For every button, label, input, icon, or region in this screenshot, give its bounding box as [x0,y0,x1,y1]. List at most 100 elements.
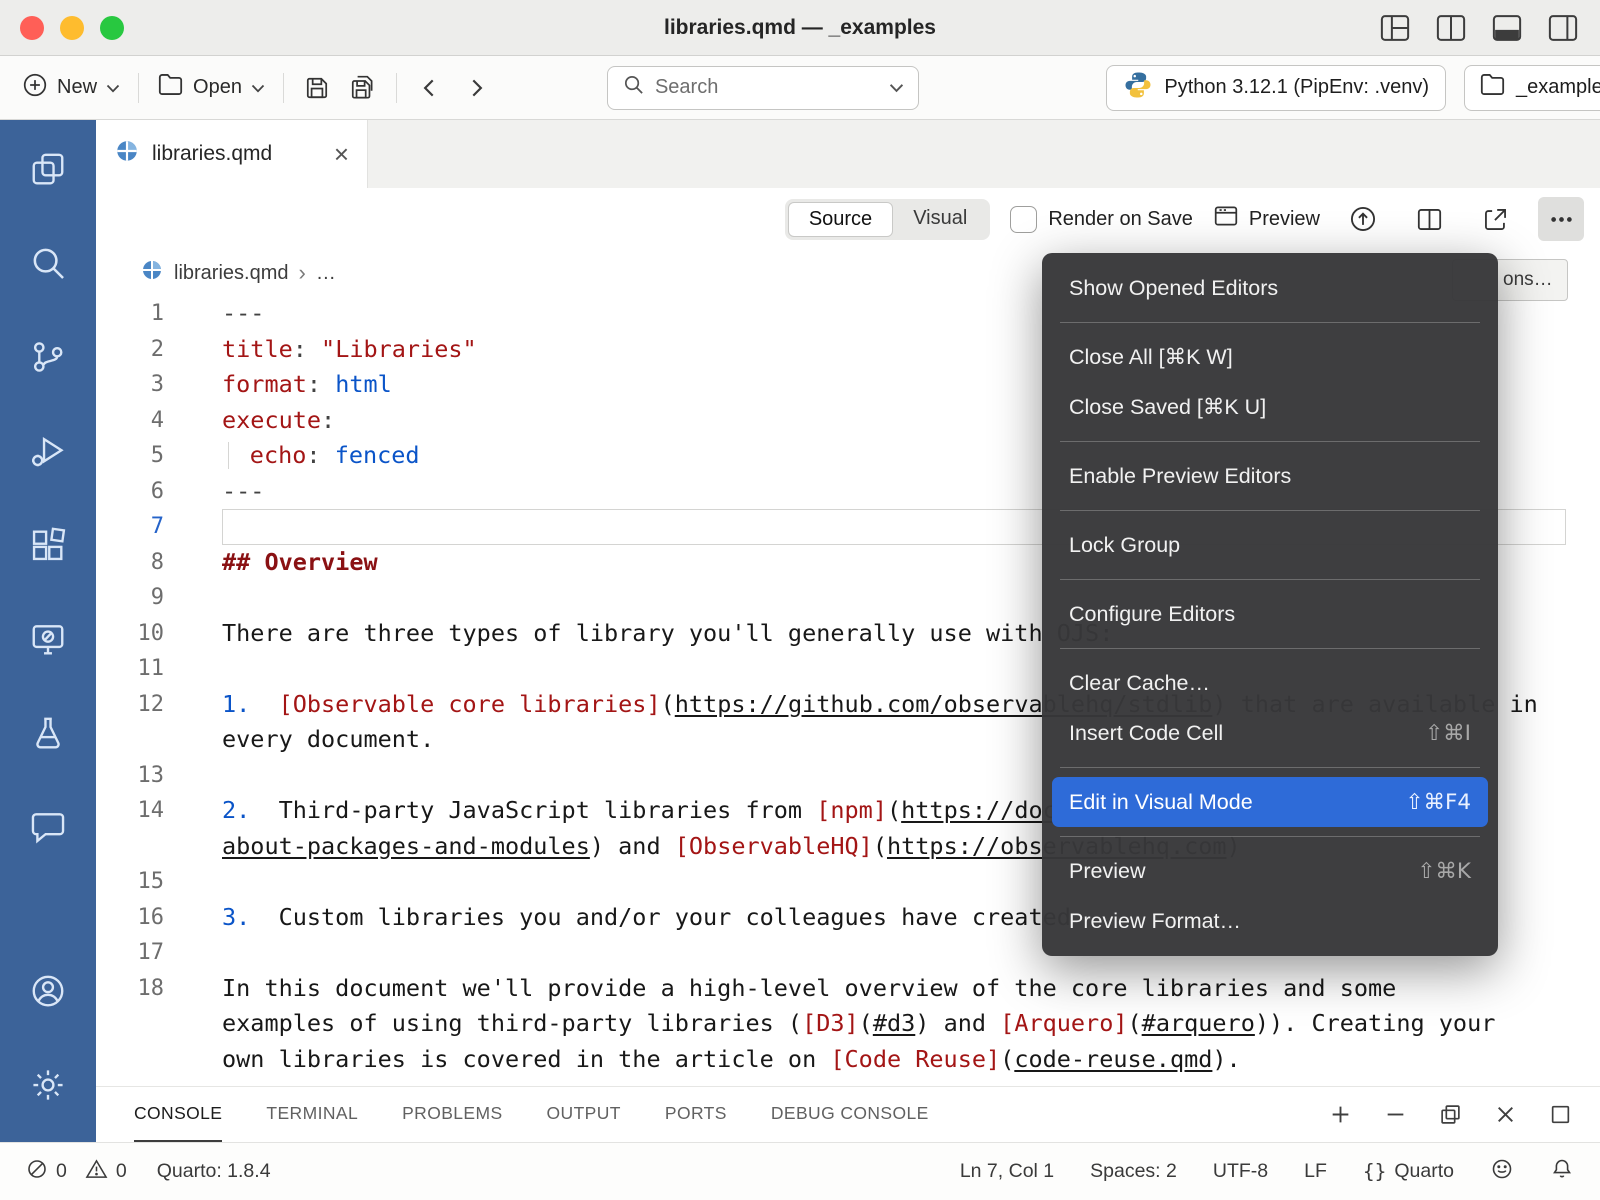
sidebar-item-search[interactable] [0,216,96,310]
sidebar-item-explorer[interactable] [0,122,96,216]
save-all-button[interactable] [340,66,386,110]
sidebar-item-settings[interactable] [0,1038,96,1132]
menu-item-configure-editors[interactable]: Configure Editors [1052,589,1488,639]
render-arrow-icon [1349,205,1377,233]
encoding-setting[interactable]: UTF-8 [1213,1160,1268,1183]
menu-item-enable-preview-editors[interactable]: Enable Preview Editors [1052,451,1488,501]
customize-layout-icon[interactable] [1380,14,1410,42]
forward-button[interactable] [453,66,499,110]
zoom-window-button[interactable] [100,16,124,40]
line-number: 10 [96,616,196,652]
panel-tab-debug-console[interactable]: DEBUG CONSOLE [771,1087,929,1142]
add-console-icon[interactable] [1329,1103,1352,1126]
tab-label: libraries.qmd [152,142,272,166]
breadcrumb-file[interactable]: libraries.qmd [174,262,288,285]
menu-item-edit-in-visual-mode[interactable]: Edit in Visual Mode⇧⌘F4 [1052,777,1488,827]
notifications-bell-icon[interactable] [1550,1157,1574,1187]
sidebar-item-account[interactable] [0,944,96,1038]
line-number [96,722,196,758]
code-line[interactable]: own libraries is covered in the article … [96,1042,1600,1078]
quarto-version[interactable]: Quarto: 1.8.4 [157,1160,271,1183]
render-button[interactable] [1340,197,1386,241]
menu-item-preview[interactable]: Preview⇧⌘K [1052,846,1488,896]
panel-tab-terminal[interactable]: TERMINAL [266,1087,358,1142]
activity-bar [0,120,96,1142]
sidebar-item-testing[interactable] [0,686,96,780]
code-line[interactable]: 18In this document we'll provide a high-… [96,971,1600,1007]
open-button[interactable]: Open [149,66,273,109]
language-mode[interactable]: {} Quarto [1363,1160,1454,1183]
code-line[interactable]: examples of using third-party libraries … [96,1006,1600,1042]
minimize-window-button[interactable] [60,16,84,40]
panel-tab-problems[interactable]: PROBLEMS [402,1087,502,1142]
menu-separator [1060,836,1480,837]
save-button[interactable] [294,66,340,110]
preview-button[interactable]: Preview [1213,204,1320,234]
chevron-down-icon[interactable] [889,76,904,99]
sidebar-item-preview[interactable] [0,592,96,686]
panel-tab-console[interactable]: CONSOLE [134,1087,222,1142]
editor-tab-bar: libraries.qmd × [96,120,1600,188]
menu-item-label: Configure Editors [1069,602,1235,627]
render-on-save-checkbox[interactable] [1010,206,1037,233]
breadcrumb-more[interactable]: … [316,262,336,285]
line-number: 5 [96,438,196,474]
close-tab-icon[interactable]: × [334,141,349,167]
sidebar-item-source-control[interactable] [0,310,96,404]
sidebar-item-chat[interactable] [0,780,96,874]
feedback-smiley-icon[interactable] [1490,1157,1514,1187]
menu-item-label: Clear Cache… [1069,671,1210,696]
close-window-button[interactable] [20,16,44,40]
menu-item-label: Close Saved [⌘K U] [1069,395,1266,420]
sidebar-item-extensions[interactable] [0,498,96,592]
split-editor-layout-icon[interactable] [1436,14,1466,42]
tab-libraries-qmd[interactable]: libraries.qmd × [96,120,368,188]
line-content: own libraries is covered in the article … [222,1042,1566,1078]
eol-setting[interactable]: LF [1304,1160,1327,1183]
open-external-icon [1482,206,1509,233]
menu-item-preview-format[interactable]: Preview Format… [1052,896,1488,946]
open-in-new-window-button[interactable] [1472,197,1518,241]
source-mode-button[interactable]: Source [788,202,893,237]
status-bar: 0 0 Quarto: 1.8.4 Ln 7, Col 1 Spaces: 2 … [0,1142,1600,1200]
menu-item-lock-group[interactable]: Lock Group [1052,520,1488,570]
ellipsis-icon [1548,206,1575,233]
toggle-panel-icon[interactable] [1492,14,1522,42]
toggle-secondary-sidebar-icon[interactable] [1548,14,1578,42]
indentation-setting[interactable]: Spaces: 2 [1090,1160,1177,1183]
split-editor-button[interactable] [1406,197,1452,241]
line-number [96,1006,196,1042]
menu-item-clear-cache[interactable]: Clear Cache… [1052,658,1488,708]
panel-tab-ports[interactable]: PORTS [665,1087,727,1142]
menu-separator [1060,441,1480,442]
menu-item-show-opened-editors[interactable]: Show Opened Editors [1052,263,1488,313]
restore-panel-icon[interactable] [1439,1103,1462,1126]
sidebar-item-run-debug[interactable] [0,404,96,498]
new-button[interactable]: New [14,66,128,110]
more-actions-button[interactable] [1538,197,1584,241]
line-number: 8 [96,545,196,581]
back-button[interactable] [407,66,453,110]
visual-mode-button[interactable]: Visual [893,202,987,237]
menu-item-label: Insert Code Cell [1069,721,1223,746]
menu-item-close-all-k-w[interactable]: Close All [⌘K W] [1052,332,1488,382]
new-button-label: New [57,76,97,99]
workspace-button[interactable]: _examples [1464,65,1600,111]
line-number: 11 [96,651,196,687]
cursor-position[interactable]: Ln 7, Col 1 [960,1160,1054,1183]
problems-indicator[interactable]: 0 0 [26,1158,127,1186]
panel-tab-output[interactable]: OUTPUT [547,1087,621,1142]
menu-item-insert-code-cell[interactable]: Insert Code Cell⇧⌘I [1052,708,1488,758]
line-number: 2 [96,332,196,368]
close-panel-icon[interactable] [1494,1103,1517,1126]
render-on-save-control: Render on Save [1010,206,1193,233]
interpreter-selector[interactable]: Python 3.12.1 (PipEnv: .venv) [1106,65,1446,111]
toolbar-divider [283,73,284,103]
search-input[interactable]: Search [607,66,919,110]
maximize-panel-icon[interactable] [1549,1103,1572,1126]
minimize-panel-icon[interactable] [1384,1103,1407,1126]
menu-item-close-saved-k-u[interactable]: Close Saved [⌘K U] [1052,382,1488,432]
braces-icon: {} [1363,1160,1386,1183]
line-number: 16 [96,900,196,936]
line-number: 3 [96,367,196,403]
